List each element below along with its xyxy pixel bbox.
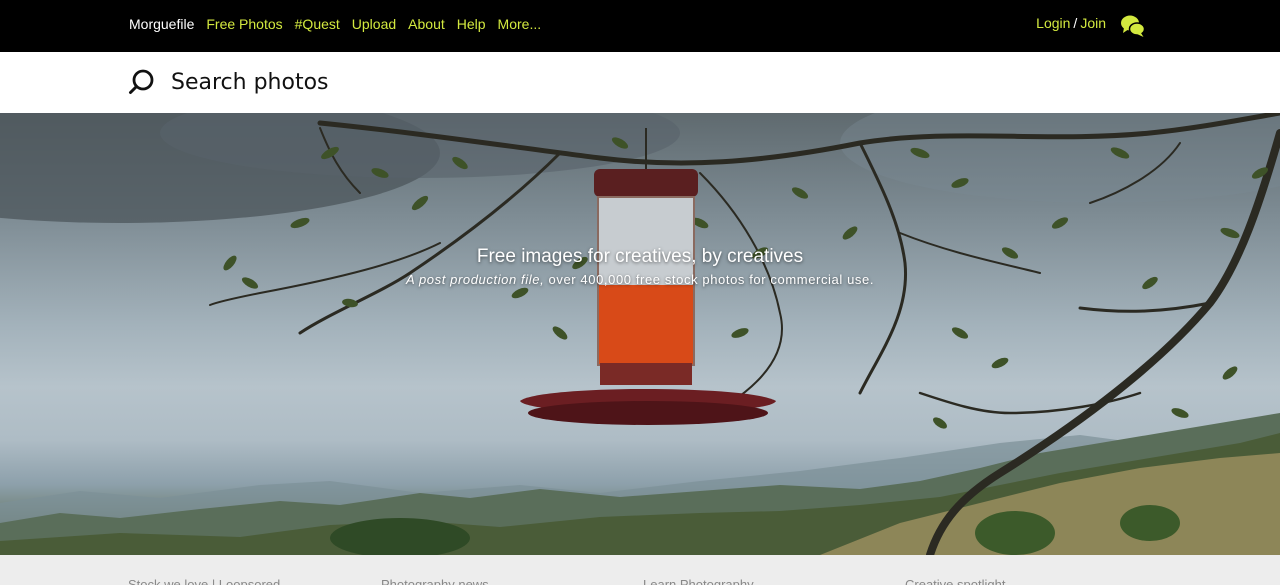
hero-title: Free images for creatives, by creatives: [476, 246, 804, 267]
search-bar: [0, 52, 1280, 113]
join-link[interactable]: Join: [1080, 15, 1106, 31]
nav-more[interactable]: More...: [498, 16, 542, 32]
main-nav: Morguefile Free Photos #Quest Upload Abo…: [129, 15, 553, 33]
top-navigation-bar: Morguefile Free Photos #Quest Upload Abo…: [0, 0, 1280, 52]
search-input[interactable]: [171, 64, 771, 100]
auth-links: Login / Join: [1036, 15, 1106, 31]
nav-upload[interactable]: Upload: [352, 16, 396, 32]
hero-subtitle: A post production file, over 400,000 fre…: [0, 272, 1280, 287]
nav-help[interactable]: Help: [457, 16, 486, 32]
nav-quest[interactable]: #Quest: [295, 16, 340, 32]
hero-background-photo: [0, 113, 1280, 555]
hero-subtitle-text: over 400,000 free stock photos for comme…: [544, 272, 875, 287]
section-stock-we-love[interactable]: Stock we love | Loopsored: [128, 577, 280, 585]
section-photography-news[interactable]: Photography news: [381, 577, 489, 585]
section-creative-spotlight[interactable]: Creative spotlight: [905, 577, 1005, 585]
brand-logo-link[interactable]: Morguefile: [129, 16, 194, 32]
hero-banner: Free images for creatives, by creatives …: [0, 113, 1280, 555]
section-learn-photography[interactable]: Learn Photography: [643, 577, 754, 585]
search-icon[interactable]: [128, 68, 156, 96]
content-sections-strip: Stock we love | Loopsored Photography ne…: [0, 555, 1280, 585]
auth-separator: /: [1073, 15, 1078, 31]
nav-free-photos[interactable]: Free Photos: [206, 16, 282, 32]
login-link[interactable]: Login: [1036, 15, 1070, 31]
nav-about[interactable]: About: [408, 16, 445, 32]
hero-subtitle-italic: A post production file,: [405, 272, 545, 287]
chat-bubbles-icon[interactable]: [1120, 13, 1146, 39]
